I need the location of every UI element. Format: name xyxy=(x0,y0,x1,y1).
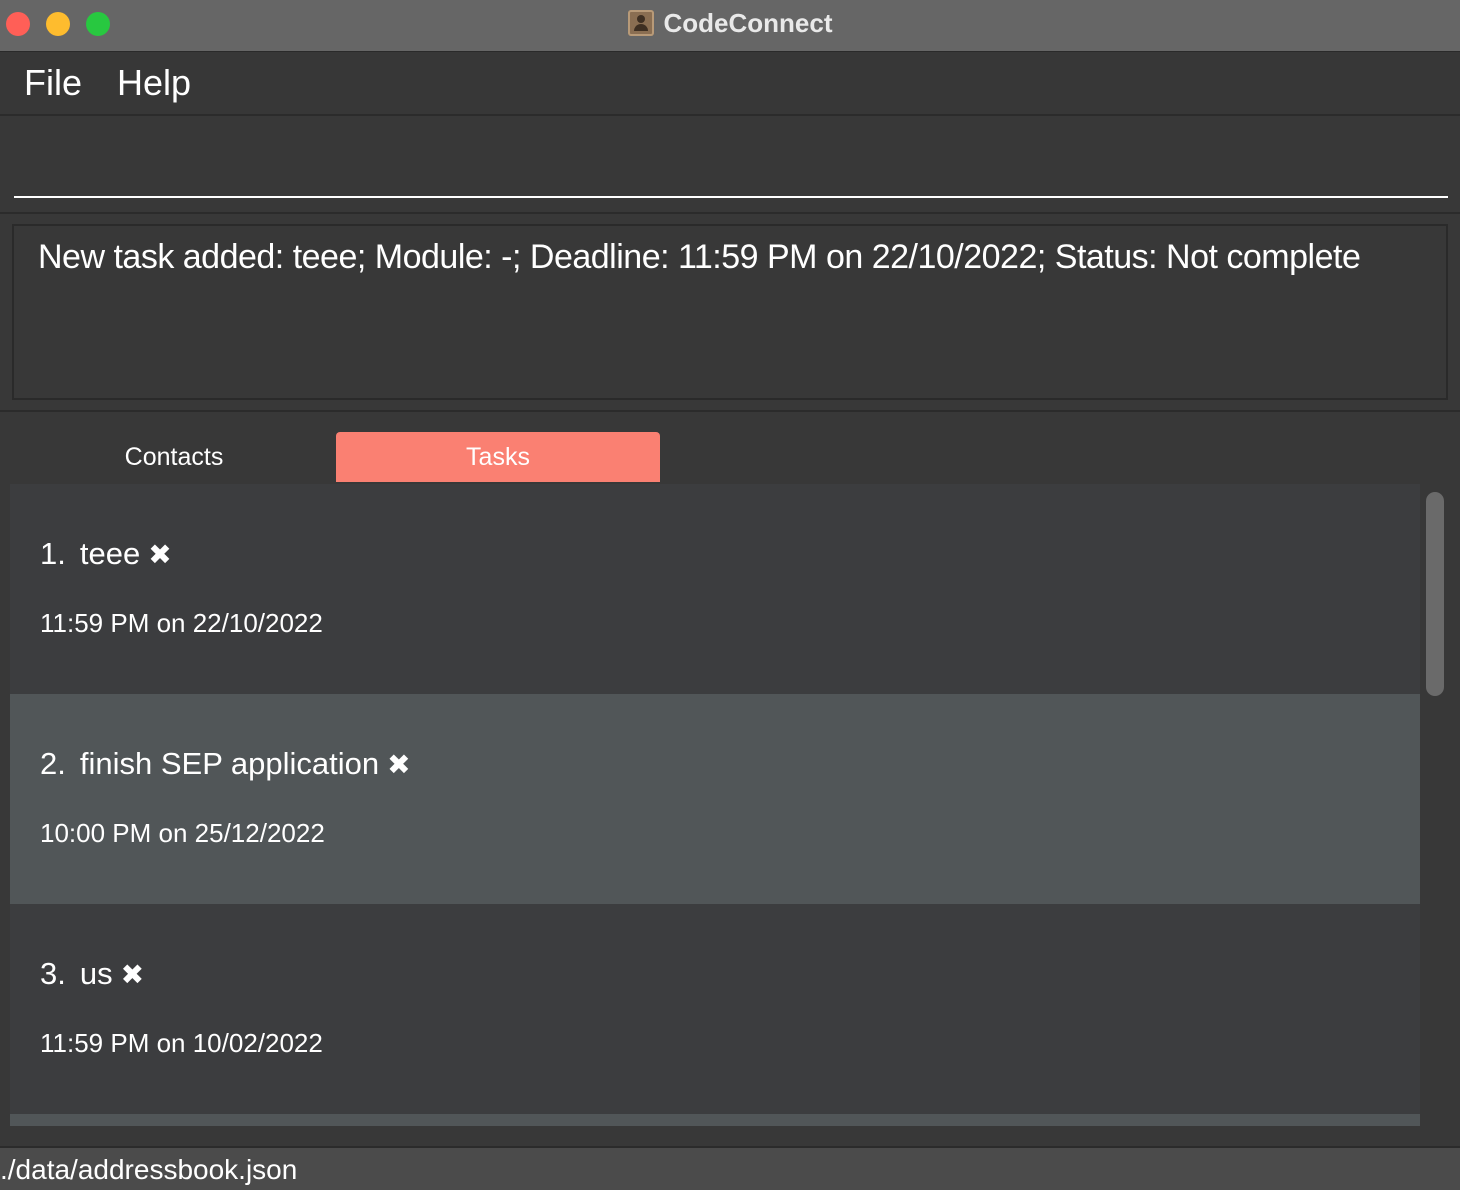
task-title: 2. finish SEP application ✖ xyxy=(40,746,411,782)
tab-tasks[interactable]: Tasks xyxy=(336,432,660,482)
status-bar: ./data/addressbook.json xyxy=(0,1146,1460,1190)
contacts-book-icon xyxy=(627,10,654,36)
title-wrap: CodeConnect xyxy=(0,0,1460,46)
command-box xyxy=(0,118,1460,214)
tab-contacts[interactable]: Contacts xyxy=(12,432,336,482)
incomplete-x-icon: ✖ xyxy=(148,539,172,570)
task-name: teee xyxy=(79,536,141,571)
task-card[interactable]: 1. teee ✖ 11:59 PM on 22/10/2022 xyxy=(10,484,1420,694)
menu-bar: File Help xyxy=(0,52,1460,116)
task-name: finish SEP application xyxy=(79,746,380,781)
task-deadline: 11:59 PM on 10/02/2022 xyxy=(40,1028,323,1058)
task-name: us xyxy=(79,956,113,991)
next-task-card-peek xyxy=(10,1114,1420,1126)
task-title: 1. teee ✖ xyxy=(40,536,172,572)
incomplete-x-icon: ✖ xyxy=(120,959,145,990)
scrollbar-thumb[interactable] xyxy=(1426,492,1444,696)
task-index: 3. xyxy=(40,956,66,991)
app-window: CodeConnect File Help New task added: te… xyxy=(0,0,1460,1190)
task-card[interactable]: 2. finish SEP application ✖ 10:00 PM on 25… xyxy=(10,694,1420,904)
title-bar: CodeConnect xyxy=(0,0,1460,52)
tab-bar: Contacts Tasks xyxy=(0,412,1460,484)
task-deadline: 11:59 PM on 22/10/2022 xyxy=(40,608,323,638)
task-index: 1. xyxy=(40,536,66,571)
window-title: CodeConnect xyxy=(663,7,833,38)
task-deadline: 10:00 PM on 25/12/2022 xyxy=(40,818,325,848)
incomplete-x-icon: ✖ xyxy=(387,749,411,780)
task-list[interactable]: 1. teee ✖ 11:59 PM on 22/10/2022 2. finish … xyxy=(10,484,1420,1126)
save-file-path: ./data/addressbook.json xyxy=(0,1154,298,1185)
task-list-scrollbar[interactable] xyxy=(1420,484,1460,1126)
menu-file[interactable]: File xyxy=(24,62,82,104)
task-index: 2. xyxy=(40,746,66,781)
result-display-panel: New task added: teee; Module: -; Deadlin… xyxy=(0,214,1460,412)
task-title: 3. us ✖ xyxy=(40,956,144,992)
command-input[interactable] xyxy=(14,128,1448,198)
menu-help[interactable]: Help xyxy=(117,62,191,104)
task-card[interactable]: 3. us ✖ 11:59 PM on 10/02/2022 xyxy=(10,904,1420,1114)
result-message: New task added: teee; Module: -; Deadlin… xyxy=(12,224,1448,400)
